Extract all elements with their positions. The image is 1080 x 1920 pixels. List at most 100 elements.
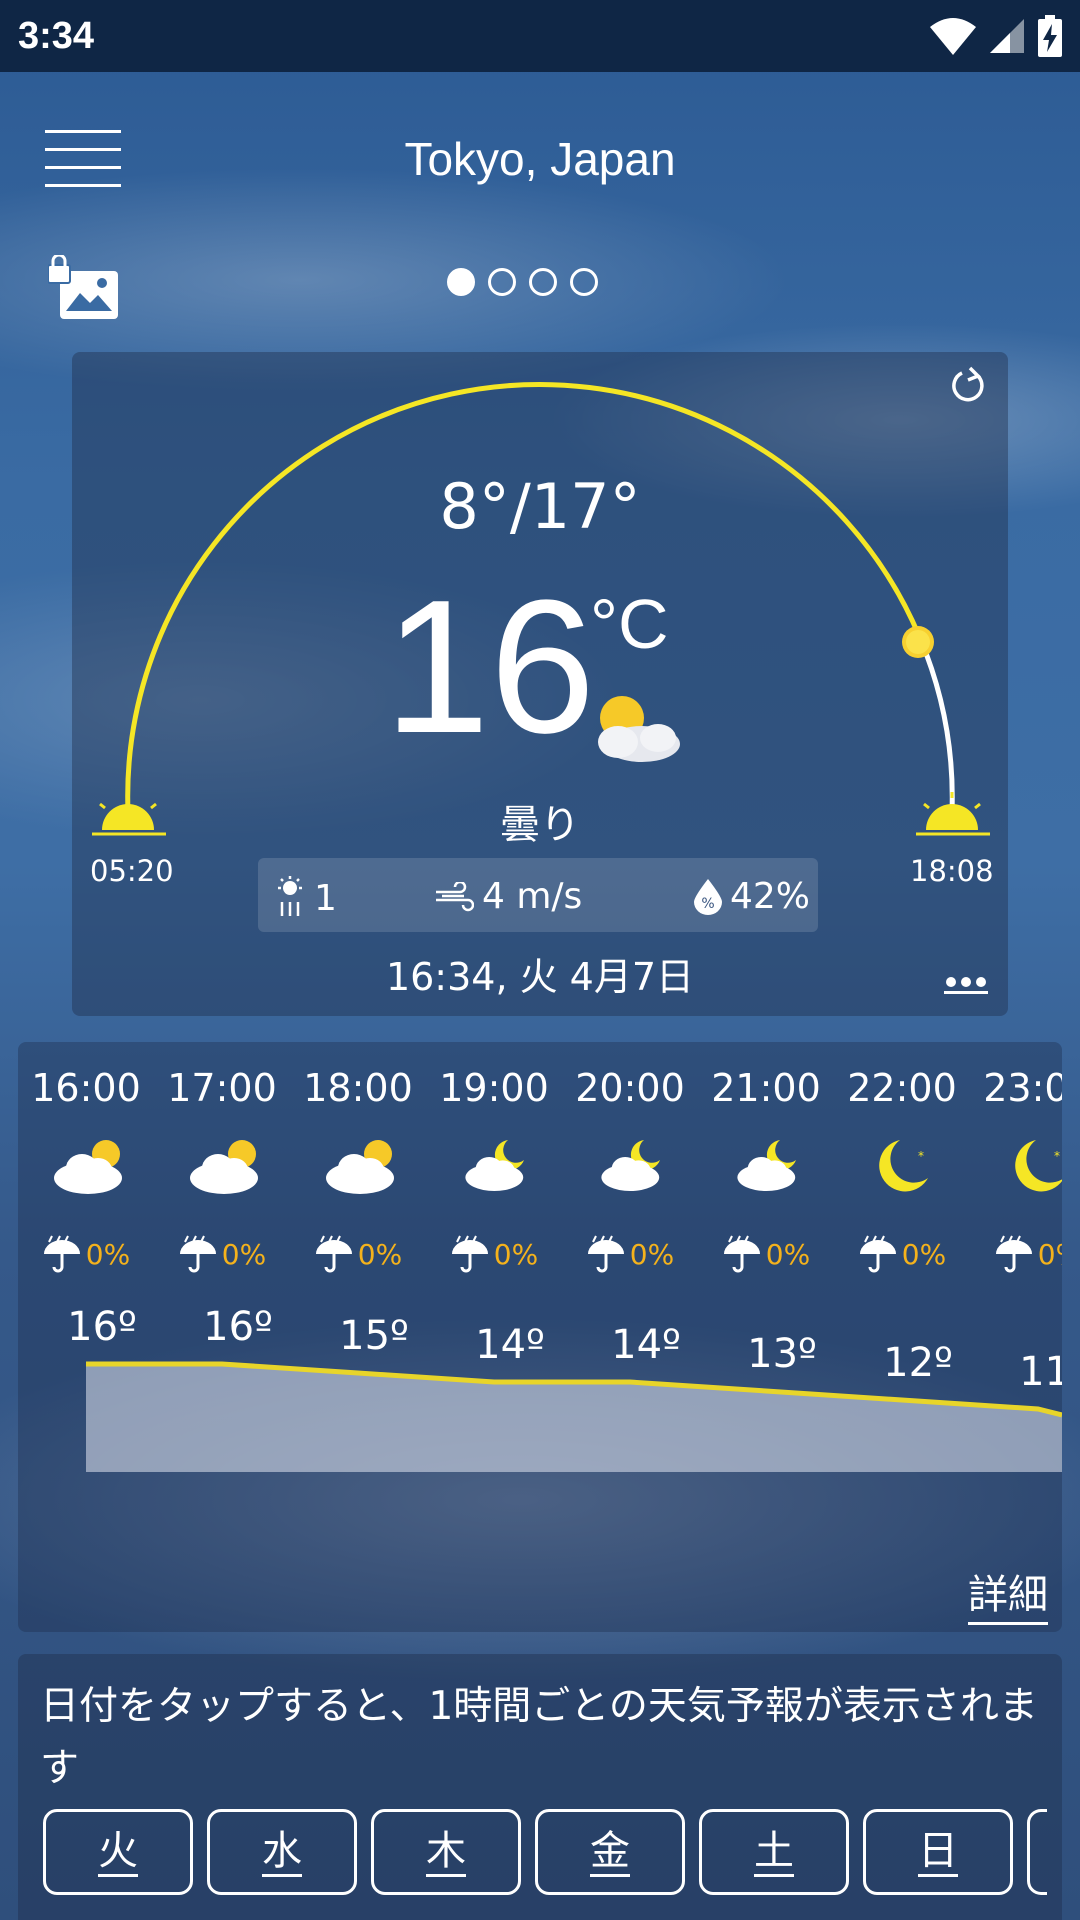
umbrella-icon xyxy=(859,1235,896,1273)
refresh-icon[interactable] xyxy=(948,366,988,406)
umbrella-icon xyxy=(451,1235,488,1273)
svg-text:*: * xyxy=(918,1149,924,1163)
temperature-unit: °C xyxy=(590,585,669,663)
hour-temperature: 14º xyxy=(611,1322,681,1368)
partly-cloudy-day-icon xyxy=(322,1134,398,1202)
hour-time: 19:00 xyxy=(439,1066,549,1110)
top-bar: Tokyo, Japan xyxy=(0,100,1080,220)
uv-value: 1 xyxy=(314,877,337,919)
page-dot[interactable] xyxy=(488,268,516,296)
hour-temperature: 11º xyxy=(1019,1349,1062,1395)
daily-forecast-card: 日付をタップすると、1時間ごとの天気予報が表示されます 火 水 木 金 土 日 xyxy=(18,1654,1062,1920)
rain-value: 0% xyxy=(357,1237,403,1271)
rain-value: 0% xyxy=(629,1237,675,1271)
day-button[interactable]: 日 xyxy=(863,1809,1013,1895)
daily-hint-text: 日付をタップすると、1時間ごとの天気予報が表示されます xyxy=(40,1684,1038,1791)
rain-chance: 0% xyxy=(562,1234,698,1274)
hour-time: 16:00 xyxy=(31,1066,141,1110)
day-label: 金 xyxy=(590,1828,630,1877)
rain-chance: 0% xyxy=(970,1234,1062,1274)
partly-cloudy-night-icon xyxy=(594,1134,670,1202)
partly-cloudy-icon xyxy=(598,696,680,762)
status-icons xyxy=(930,15,1062,57)
background-lock-icon[interactable] xyxy=(48,255,120,321)
page-indicator xyxy=(447,268,598,296)
rain-chance: 0% xyxy=(18,1234,154,1274)
moon-icon: * xyxy=(866,1134,942,1202)
day-button[interactable]: 火 xyxy=(43,1809,193,1895)
weather-condition: 曇り xyxy=(500,802,580,848)
moon-icon: * xyxy=(1002,1134,1062,1202)
svg-text:%: % xyxy=(701,896,714,912)
humidity-icon: % xyxy=(694,878,722,915)
signal-icon xyxy=(990,19,1024,53)
hourly-forecast-card[interactable]: 16:00 0% 17:00 0% 18:00 0% 19:00 0% 20:00 0% 21:00… xyxy=(18,1042,1062,1632)
current-datetime: 16:34, 火 4月7日 xyxy=(385,955,695,999)
high-low-temperature: 8°/17° xyxy=(439,470,641,543)
hour-time: 18:00 xyxy=(303,1066,413,1110)
rain-chance: 0% xyxy=(834,1234,970,1274)
hour-time: 23:00 xyxy=(983,1066,1062,1110)
rain-value: 0% xyxy=(85,1237,131,1271)
day-label: 木 xyxy=(426,1828,466,1877)
partly-cloudy-day-icon xyxy=(186,1134,262,1202)
uv-index: 1 xyxy=(274,876,337,920)
day-label: 水 xyxy=(262,1828,302,1877)
page-dot-active[interactable] xyxy=(447,268,475,296)
wind-speed: 4 m/s xyxy=(434,876,582,917)
hour-temperature: 16º xyxy=(203,1304,273,1350)
partly-cloudy-day-icon xyxy=(50,1134,126,1202)
rain-value: 0% xyxy=(765,1237,811,1271)
rain-chance: 0% xyxy=(290,1234,426,1274)
current-weather-card: 8°/17° 16 °C 曇り 05:20 18:08 1 4 m/s % 42… xyxy=(72,352,1008,1016)
umbrella-icon xyxy=(587,1235,624,1273)
hour-temperature: 16º xyxy=(67,1304,137,1350)
wind-icon xyxy=(436,881,474,911)
rain-value: 0% xyxy=(901,1237,947,1271)
hour-time: 22:00 xyxy=(847,1066,957,1110)
day-button[interactable]: 木 xyxy=(371,1809,521,1895)
wind-value: 4 m/s xyxy=(482,876,583,917)
rain-value: 0% xyxy=(1037,1237,1062,1271)
day-label: 土 xyxy=(754,1828,794,1877)
umbrella-icon xyxy=(179,1235,216,1273)
hour-temperature: 13º xyxy=(747,1331,817,1377)
sunrise-time: 05:20 xyxy=(90,854,174,888)
rain-chance: 0% xyxy=(698,1234,834,1274)
rain-chance: 0% xyxy=(426,1234,562,1274)
rain-chance: 0% xyxy=(154,1234,290,1274)
city-name[interactable]: Tokyo, Japan xyxy=(0,132,1080,186)
status-bar: 3:34 xyxy=(0,0,1080,72)
wifi-icon xyxy=(930,18,976,55)
page-dot[interactable] xyxy=(529,268,557,296)
detail-link[interactable]: 詳細 xyxy=(968,1562,1048,1625)
day-button[interactable]: 水 xyxy=(207,1809,357,1895)
more-options-icon[interactable] xyxy=(944,974,988,996)
umbrella-icon xyxy=(43,1235,80,1273)
partly-cloudy-night-icon xyxy=(458,1134,534,1202)
humidity: % 42% xyxy=(694,876,810,917)
hour-time: 17:00 xyxy=(167,1066,277,1110)
day-button-partial[interactable] xyxy=(1027,1809,1047,1895)
sun-position-icon xyxy=(902,626,934,658)
hour-time: 20:00 xyxy=(575,1066,685,1110)
day-button[interactable]: 土 xyxy=(699,1809,849,1895)
sunset-time: 18:08 xyxy=(910,854,994,888)
day-selector: 火水木金土日 xyxy=(43,1809,1047,1895)
hour-time: 21:00 xyxy=(711,1066,821,1110)
umbrella-icon xyxy=(315,1235,352,1273)
hour-temperature: 15º xyxy=(339,1313,409,1359)
page-dot[interactable] xyxy=(570,268,598,296)
current-temperature: 16 xyxy=(384,561,596,773)
battery-charging-icon xyxy=(1038,15,1062,57)
hour-temperature: 12º xyxy=(883,1340,953,1386)
rain-value: 0% xyxy=(221,1237,267,1271)
uv-icon xyxy=(278,876,302,916)
day-label: 日 xyxy=(918,1828,958,1877)
umbrella-icon xyxy=(995,1235,1032,1273)
svg-text:*: * xyxy=(1054,1149,1060,1163)
day-button[interactable]: 金 xyxy=(535,1809,685,1895)
humidity-value: 42% xyxy=(730,876,811,917)
status-time: 3:34 xyxy=(18,14,95,57)
partly-cloudy-night-icon xyxy=(730,1134,806,1202)
